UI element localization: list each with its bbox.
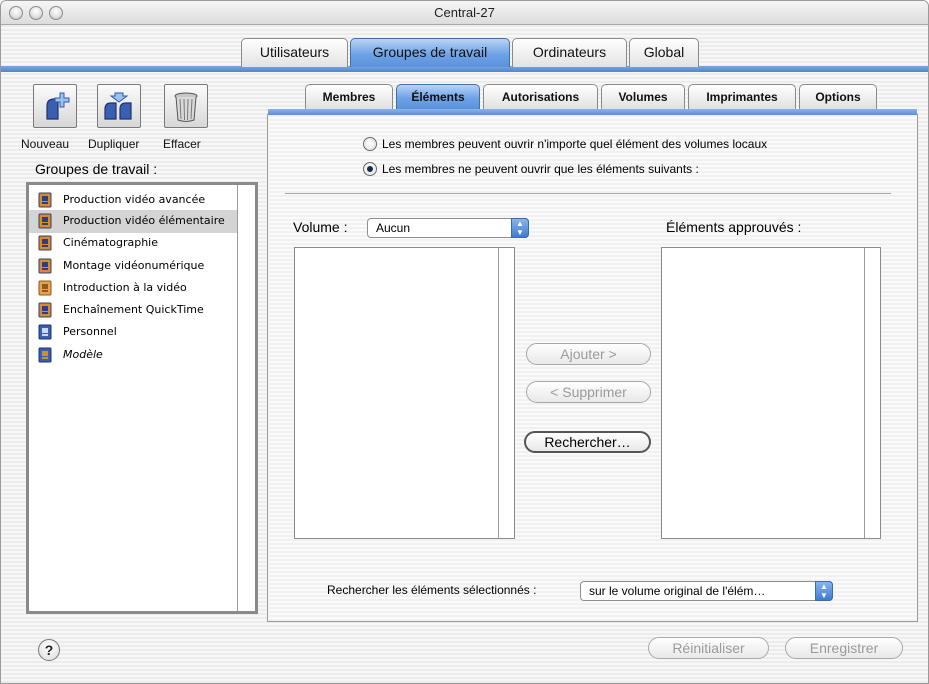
- group-item[interactable]: Cinématographie: [29, 232, 237, 255]
- workgroup-icon: [38, 192, 52, 208]
- group-item[interactable]: Montage vidéonumérique: [29, 255, 237, 278]
- group-item-label: Cinématographie: [63, 236, 158, 249]
- tab-ordinateurs[interactable]: Ordinateurs: [512, 38, 627, 67]
- group-item[interactable]: Production vidéo avancée: [29, 189, 237, 212]
- volume-label: Volume :: [293, 219, 348, 235]
- approved-elements-scrollbar[interactable]: [864, 248, 880, 538]
- radio-any-element-label: Les membres peuvent ouvrir n'importe que…: [382, 137, 768, 151]
- workgroup-icon: [38, 258, 52, 274]
- group-item-label: Enchaînement QuickTime: [63, 303, 204, 316]
- delete-group-button[interactable]: [164, 84, 208, 128]
- volume-popup-value: Aucun: [376, 221, 411, 235]
- radio-any-element[interactable]: [363, 137, 377, 151]
- app-window: Central-27 Utilisateurs Groupes de trava…: [0, 0, 929, 684]
- workgroup-icon: [38, 324, 52, 340]
- group-item[interactable]: Personnel: [29, 321, 237, 344]
- delete-group-label: Effacer: [163, 137, 201, 151]
- save-button[interactable]: Enregistrer: [785, 637, 903, 659]
- duplicate-group-label: Dupliquer: [88, 137, 140, 151]
- trash-icon: [174, 92, 198, 122]
- popup-arrows-icon: ▲ ▼: [815, 581, 833, 601]
- window-title: Central-27: [434, 5, 495, 20]
- groups-list-scrollbar[interactable]: [237, 185, 255, 611]
- subtab-band: [268, 109, 917, 115]
- group-item-label: Personnel: [63, 325, 117, 338]
- workgroup-icon: [38, 213, 52, 229]
- main-tab-bar: Utilisateurs Groupes de travail Ordinate…: [1, 38, 928, 72]
- group-item[interactable]: Introduction à la vidéo: [29, 277, 237, 300]
- duplicate-group-button[interactable]: [97, 84, 141, 128]
- subtab-options[interactable]: Options: [799, 84, 877, 109]
- new-group-icon: [46, 92, 70, 120]
- group-item-label: Introduction à la vidéo: [63, 281, 187, 294]
- search-location-popup[interactable]: sur le volume original de l'élém… ▲ ▼: [580, 581, 833, 601]
- radio-only-listed-label: Les membres ne peuvent ouvrir que les él…: [382, 162, 699, 176]
- volume-contents-scrollbar[interactable]: [498, 248, 514, 538]
- group-item-label: Montage vidéonumérique: [63, 259, 205, 272]
- add-button[interactable]: Ajouter >: [526, 343, 651, 365]
- search-location-value: sur le volume original de l'élém…: [589, 584, 766, 598]
- workgroup-icon: [38, 302, 52, 318]
- template-icon: [38, 347, 52, 363]
- new-group-label: Nouveau: [21, 137, 70, 151]
- search-button[interactable]: Rechercher…: [524, 431, 651, 453]
- groups-heading: Groupes de travail :: [35, 161, 158, 177]
- tab-utilisateurs[interactable]: Utilisateurs: [241, 38, 348, 67]
- group-item-selected[interactable]: Production vidéo élémentaire: [29, 210, 237, 233]
- workgroup-icon: [38, 280, 52, 296]
- section-divider: [285, 193, 891, 194]
- subtab-volumes[interactable]: Volumes: [601, 84, 685, 109]
- title-bar: Central-27: [1, 1, 928, 25]
- group-item[interactable]: Modèle: [29, 344, 237, 367]
- subtab-autorisations[interactable]: Autorisations: [483, 84, 598, 109]
- reset-button[interactable]: Réinitialiser: [648, 637, 769, 659]
- tab-global[interactable]: Global: [629, 38, 699, 67]
- workgroup-icon: [38, 235, 52, 251]
- search-selected-label: Rechercher les éléments sélectionnés :: [327, 583, 537, 597]
- help-button[interactable]: ?: [38, 639, 60, 661]
- approved-elements-label: Éléments approuvés :: [666, 219, 802, 235]
- group-item-label: Production vidéo élémentaire: [63, 214, 225, 227]
- duplicate-group-icon: [104, 92, 132, 120]
- remove-button[interactable]: < Supprimer: [526, 381, 651, 403]
- subtab-imprimantes[interactable]: Imprimantes: [688, 84, 796, 109]
- radio-only-listed[interactable]: [363, 162, 377, 176]
- tab-groupes-de-travail[interactable]: Groupes de travail: [350, 38, 510, 67]
- group-item-label: Modèle: [63, 348, 103, 361]
- group-item[interactable]: Enchaînement QuickTime: [29, 299, 237, 322]
- subtab-membres[interactable]: Membres: [305, 84, 393, 109]
- groups-list[interactable]: Production vidéo avancée Production vidé…: [26, 182, 258, 614]
- approved-elements-list[interactable]: [661, 247, 881, 539]
- group-item-label: Production vidéo avancée: [63, 193, 206, 206]
- popup-arrows-icon: ▲ ▼: [511, 218, 529, 238]
- volume-popup[interactable]: Aucun ▲ ▼: [367, 218, 529, 238]
- subtab-elements[interactable]: Éléments: [396, 84, 480, 109]
- volume-contents-list[interactable]: [294, 247, 515, 539]
- new-group-button[interactable]: [33, 84, 77, 128]
